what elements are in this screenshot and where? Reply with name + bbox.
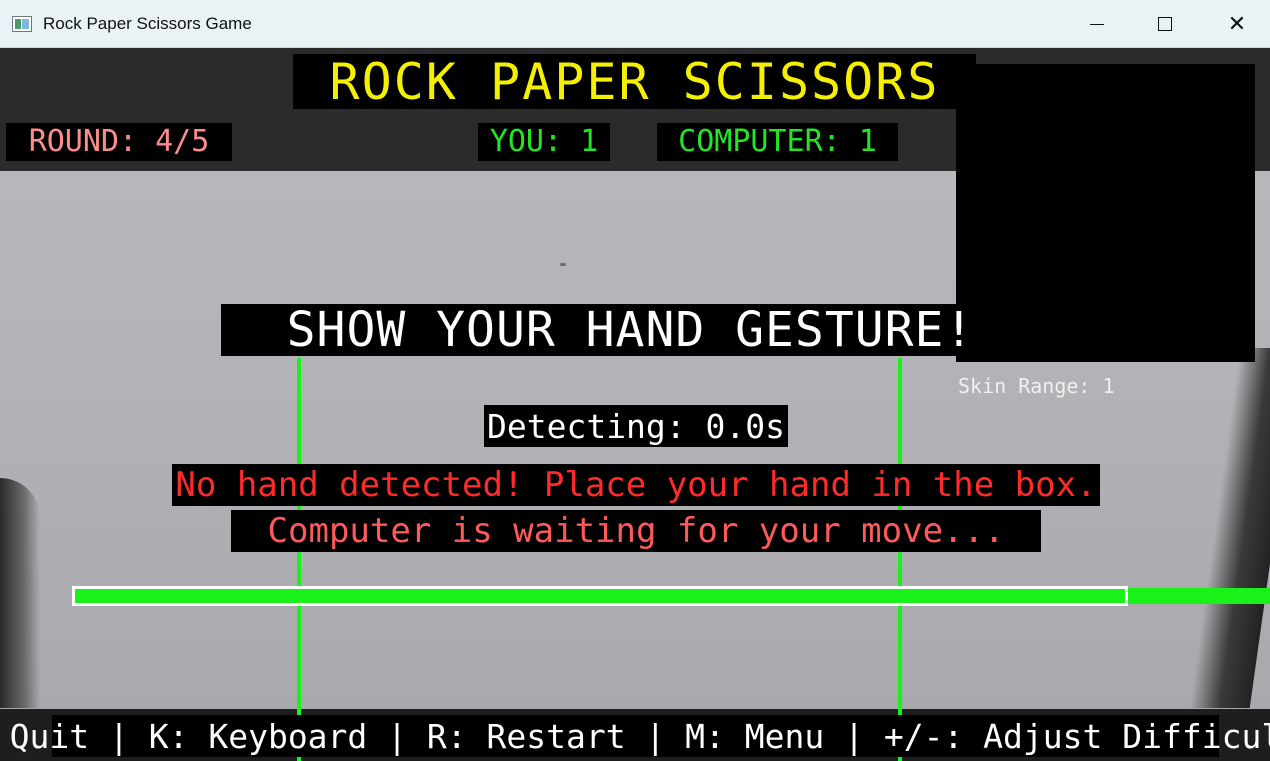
detection-box-right-line [898,358,902,761]
gesture-prompt: SHOW YOUR HAND GESTURE! [221,304,1040,356]
detection-timer: Detecting: 0.0s [484,405,788,447]
player-score: YOU: 1 [478,123,610,161]
game-title: ROCK PAPER SCISSORS [293,54,976,109]
close-button[interactable]: ✕ [1204,0,1270,48]
computer-score: COMPUTER: 1 [657,123,898,161]
minimize-icon [1090,23,1104,25]
timer-progress-fill [75,589,1125,603]
skin-range-label: Skin Range: 1 [958,374,1115,398]
camera-view: ROCK PAPER SCISSORS ROUND: 4/5 YOU: 1 CO… [0,48,1270,761]
window-title: Rock Paper Scissors Game [43,14,252,33]
waiting-message: Computer is waiting for your move... [231,510,1041,552]
wall-speck [560,263,566,266]
maximize-button[interactable] [1132,0,1198,48]
detection-box-left-line [297,358,301,761]
timer-progress-bar [72,586,1128,606]
no-hand-warning: No hand detected! Place your hand in the… [172,464,1100,506]
minimize-button[interactable] [1064,0,1130,48]
maximize-icon [1158,17,1172,31]
keyboard-hints: Q: Quit | K: Keyboard | R: Restart | M: … [0,715,1270,757]
progress-bar-overflow [1128,588,1270,604]
hand-shadow [0,478,40,708]
app-icon [12,16,32,32]
close-icon: ✕ [1227,11,1247,37]
title-bar: Rock Paper Scissors Game ✕ [0,0,1270,48]
round-counter: ROUND: 4/5 [6,123,232,161]
